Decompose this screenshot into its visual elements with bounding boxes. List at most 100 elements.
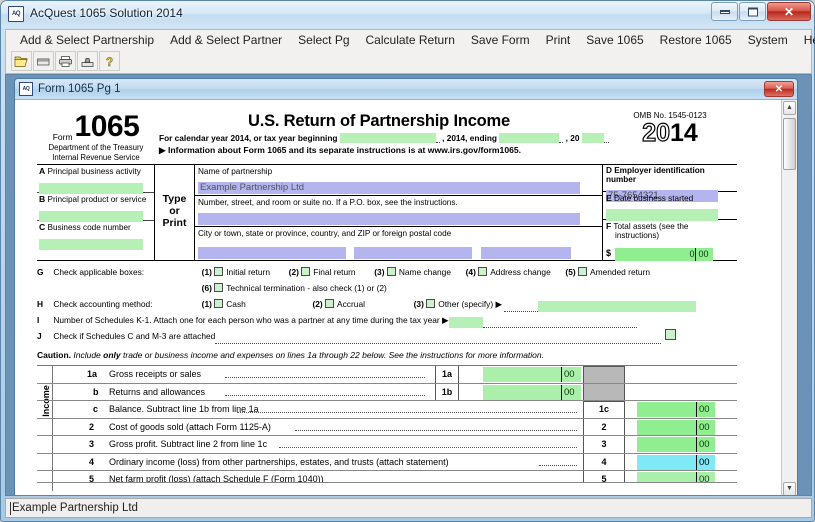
row-4-text: Ordinary income (loss) from other partne…	[109, 457, 449, 467]
box-e-letter: E	[606, 193, 612, 203]
irs-info-line: ▶ Information about Form 1065 and its se…	[159, 145, 599, 156]
g-opt3-checkbox[interactable]	[387, 267, 396, 276]
row-5-box-label: 5	[583, 471, 625, 482]
status-bar: Example Partnership Ltd	[5, 498, 812, 518]
form-header: Form1065 Department of the Treasury Inte…	[37, 112, 737, 162]
row-2-text: Cost of goods sold (attach Form 1125-A)	[109, 422, 271, 432]
help-icon: ?	[102, 55, 117, 68]
box-a-letter: A	[39, 166, 45, 176]
tax-year-end-yy-field[interactable]	[582, 133, 604, 143]
section-h-letter: H	[37, 296, 51, 312]
g-opt6-checkbox[interactable]	[214, 283, 223, 292]
row-1b-cents[interactable]: 00	[562, 385, 581, 400]
g-opt2-label: Final return	[313, 267, 355, 277]
print-button[interactable]	[55, 51, 76, 71]
type-word-2: or	[155, 205, 194, 217]
stamp-button[interactable]	[77, 51, 98, 71]
row-2-box-label: 2	[583, 419, 625, 436]
form-window-title-bar[interactable]: AQ Form 1065 Pg 1 ✕	[15, 79, 797, 100]
h-opt2-num: (2)	[312, 299, 322, 309]
menu-item-save-1065[interactable]: Save 1065	[578, 31, 651, 49]
open-button[interactable]	[11, 51, 32, 71]
menu-item-print[interactable]: Print	[538, 31, 579, 49]
tax-year-end-field[interactable]	[499, 133, 559, 143]
left-info-column: A Principal business activity B Principa…	[37, 165, 155, 261]
scrollbar-thumb[interactable]	[783, 118, 796, 170]
g-opt1-checkbox[interactable]	[214, 267, 223, 276]
status-text: Example Partnership Ltd	[12, 502, 138, 514]
maximize-button[interactable]	[739, 2, 766, 21]
state-input[interactable]	[354, 247, 472, 259]
section-j-label: Check if Schedules C and M-3 are attache…	[53, 331, 215, 341]
row-1c-cents[interactable]: 00	[697, 402, 715, 417]
menu-item-save-form[interactable]: Save Form	[463, 31, 538, 49]
row-3-box-label: 3	[583, 436, 625, 453]
calendar-year-line: For calendar year 2014, or tax year begi…	[159, 133, 599, 143]
h-opt2-checkbox[interactable]	[325, 299, 334, 308]
box-f-label2: instructions)	[606, 231, 734, 240]
calendar-suffix: , 20	[566, 133, 580, 143]
h-opt1-checkbox[interactable]	[214, 299, 223, 308]
city-input[interactable]	[198, 247, 346, 259]
menu-item-add-select-partner[interactable]: Add & Select Partner	[162, 31, 290, 49]
calendar-prefix: For calendar year 2014, or tax year begi…	[159, 133, 337, 143]
row-4-box-label: 4	[583, 454, 625, 471]
row-4-cents[interactable]: 00	[697, 455, 715, 470]
business-code-number-input[interactable]	[39, 239, 143, 250]
total-assets-cell: F Total assets (see the instructions) $ …	[603, 220, 737, 261]
section-j-checkbox[interactable]	[665, 329, 676, 340]
maximize-icon	[748, 7, 758, 16]
name-address-column: Name of partnership Example Partnership …	[195, 165, 603, 261]
partnership-name-input[interactable]: Example Partnership Ltd	[198, 182, 580, 194]
g-opt4-label: Address change	[490, 267, 551, 277]
income-row-1b: b Returns and allowances 1b 0 00	[37, 384, 737, 402]
menu-item-calculate-return[interactable]: Calculate Return	[358, 31, 463, 49]
street-address-input[interactable]	[198, 213, 580, 225]
principal-product-service-cell: B Principal product or service	[37, 193, 154, 221]
box-d-letter: D	[606, 166, 612, 175]
form-close-button[interactable]: ✕	[764, 81, 794, 97]
total-assets-cents[interactable]: 00	[695, 248, 713, 261]
menu-item-add-select-partnership[interactable]: Add & Select Partnership	[12, 31, 162, 49]
g-opt1-num: (1)	[202, 267, 212, 277]
row-4-number: 4	[89, 457, 94, 467]
scroll-down-icon[interactable]: ▼	[783, 482, 796, 496]
total-assets-input[interactable]: 0	[615, 248, 695, 261]
toolbar: ?	[5, 49, 812, 74]
g-opt2-checkbox[interactable]	[301, 267, 310, 276]
row-5-cents[interactable]: 00	[697, 472, 715, 483]
income-row-4: 4 Ordinary income (loss) from other part…	[37, 454, 737, 472]
city-state-zip-label: City or town, state or province, country…	[198, 229, 599, 238]
g-opt6-num: (6)	[202, 283, 212, 293]
box-f-label: Total assets (see the	[613, 222, 688, 231]
row-1a-cents[interactable]: 00	[562, 367, 581, 382]
close-button[interactable]: ✕	[767, 2, 811, 21]
scroll-up-icon[interactable]: ▲	[783, 101, 796, 115]
form-number: 1065	[75, 110, 140, 143]
row-2-cents[interactable]: 00	[697, 420, 715, 435]
zip-input[interactable]	[481, 247, 571, 259]
g-opt2-num: (2)	[289, 267, 299, 277]
schedules-k1-count-input[interactable]	[449, 317, 483, 328]
save-button[interactable]	[33, 51, 54, 71]
form-vertical-scrollbar[interactable]: ▲ ▼	[781, 100, 797, 496]
h-other-specify-input[interactable]	[538, 301, 696, 312]
row-5-number: 5	[89, 474, 94, 483]
menu-item-help[interactable]: Help	[796, 31, 815, 49]
menu-item-select-pg[interactable]: Select Pg	[290, 31, 357, 49]
row-1b-number: b	[93, 387, 99, 397]
menu-item-restore-1065[interactable]: Restore 1065	[652, 31, 740, 49]
year-suffix: 14	[670, 119, 698, 147]
menu-item-system[interactable]: System	[740, 31, 796, 49]
minimize-button[interactable]	[711, 2, 738, 21]
open-folder-icon	[14, 55, 29, 68]
street-address-cell: Number, street, and room or suite no. If…	[195, 196, 602, 227]
box-f-letter: F	[606, 221, 611, 231]
g-opt4-checkbox[interactable]	[478, 267, 487, 276]
g-opt5-checkbox[interactable]	[578, 267, 587, 276]
help-button[interactable]: ?	[99, 51, 120, 71]
checkbox-sections: G Check applicable boxes: (1) Initial re…	[37, 260, 737, 344]
row-3-cents[interactable]: 00	[697, 437, 715, 452]
h-opt3-checkbox[interactable]	[426, 299, 435, 308]
tax-year-begin-field[interactable]	[340, 133, 436, 143]
